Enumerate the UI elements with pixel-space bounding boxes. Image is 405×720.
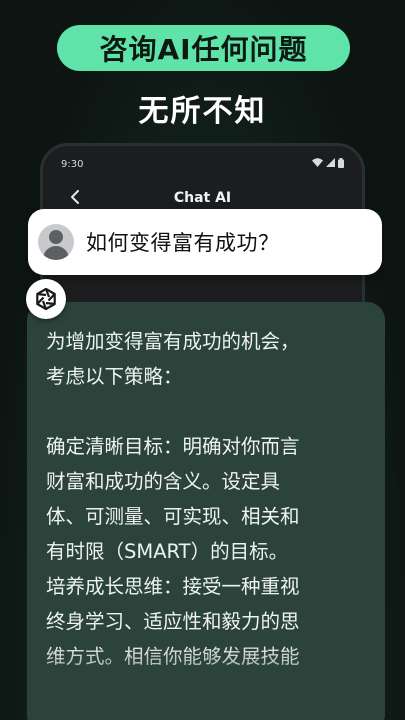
app-title: Chat AI: [173, 190, 232, 206]
subheadline: 无所不知: [138, 94, 267, 129]
answer-line: 确定清晰目标：明确对你而言: [46, 435, 300, 458]
answer-line: 考虑以下策略：: [46, 365, 183, 388]
ai-answer-text: 为增加变得富有成功的机会， 考虑以下策略： 确定清晰目标：明确对你而言 财富和成功的含…: [46, 324, 367, 674]
wifi-icon: [312, 158, 323, 170]
ai-answer-card: 为增加变得富有成功的机会， 考虑以下策略： 确定清晰目标：明确对你而言 财富和成功的含…: [27, 302, 385, 720]
answer-line: 有时限（SMART）的目标。: [46, 540, 289, 563]
answer-line: 体、可测量、可实现、相关和: [46, 505, 300, 528]
answer-line: 终身学习、适应性和毅力的思: [46, 610, 300, 633]
answer-line: 为增加变得富有成功的机会，: [46, 330, 300, 353]
ai-logo-icon: [26, 279, 66, 319]
answer-line: [46, 394, 367, 429]
answer-fade: [27, 642, 385, 720]
chevron-left-icon: [70, 188, 80, 209]
status-bar: 9:30: [61, 156, 344, 172]
battery-icon: [338, 157, 344, 171]
back-button[interactable]: [63, 186, 87, 210]
answer-line: 财富和成功的含义。设定具: [46, 470, 281, 493]
status-icons: [312, 157, 344, 171]
headline-pill: 咨询AI任何问题: [57, 25, 350, 71]
app-bar: Chat AI: [43, 186, 362, 210]
user-question-bubble: 如何变得富有成功？: [28, 209, 382, 275]
signal-icon: [326, 158, 335, 170]
user-question-text: 如何变得富有成功？: [86, 231, 280, 255]
headline-text: 咨询AI任何问题: [99, 33, 308, 66]
status-time: 9:30: [61, 158, 84, 170]
answer-line: 培养成长思维：接受一种重视: [46, 575, 300, 598]
user-avatar-icon: [38, 224, 74, 260]
